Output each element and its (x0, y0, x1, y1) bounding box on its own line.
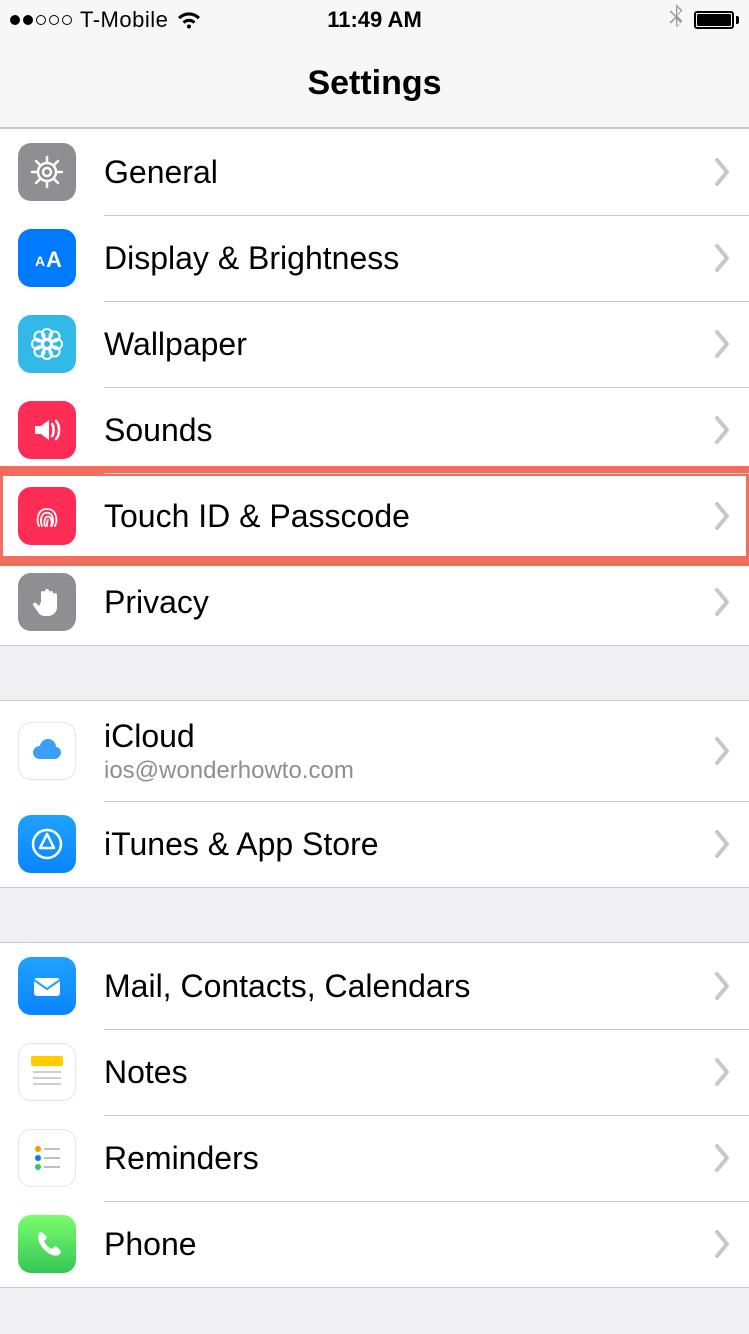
chevron-right-icon (713, 158, 731, 186)
chevron-right-icon (713, 830, 731, 858)
status-bar: T-Mobile 11:49 AM (0, 0, 749, 40)
chevron-right-icon (713, 330, 731, 358)
battery-icon (694, 11, 739, 29)
chevron-right-icon (713, 416, 731, 444)
group-spacer (0, 646, 749, 700)
svg-text:A: A (46, 247, 62, 272)
reminders-icon (18, 1129, 76, 1187)
row-privacy[interactable]: Privacy (0, 559, 749, 645)
chevron-right-icon (713, 972, 731, 1000)
svg-text:A: A (35, 253, 45, 269)
nav-header: Settings (0, 40, 749, 128)
fingerprint-icon (18, 487, 76, 545)
text-size-icon: AA (18, 229, 76, 287)
row-general[interactable]: General (0, 129, 749, 215)
group-spacer (0, 888, 749, 942)
notes-icon (18, 1043, 76, 1101)
row-sounds[interactable]: Sounds (0, 387, 749, 473)
row-label: iTunes & App Store (104, 826, 713, 863)
chevron-right-icon (713, 1230, 731, 1258)
appstore-icon (18, 815, 76, 873)
page-title: Settings (307, 64, 441, 103)
chevron-right-icon (713, 737, 731, 765)
flower-icon (18, 315, 76, 373)
gear-icon (18, 143, 76, 201)
cloud-icon (18, 722, 76, 780)
chevron-right-icon (713, 244, 731, 272)
speaker-icon (18, 401, 76, 459)
row-label: Touch ID & Passcode (104, 498, 713, 535)
row-label: General (104, 154, 713, 191)
settings-group: iCloud ios@wonderhowto.com iTunes & App … (0, 700, 749, 888)
settings-group: Mail, Contacts, Calendars Notes Reminder… (0, 942, 749, 1288)
row-phone[interactable]: Phone (0, 1201, 749, 1287)
row-touchid[interactable]: Touch ID & Passcode (0, 473, 749, 559)
row-label: Phone (104, 1226, 713, 1263)
row-text: iCloud ios@wonderhowto.com (104, 718, 713, 785)
row-label: Reminders (104, 1140, 713, 1177)
hand-icon (18, 573, 76, 631)
settings-list: General AA Display & Brightness Wallpape… (0, 128, 749, 1288)
row-label: Privacy (104, 584, 713, 621)
chevron-right-icon (713, 1058, 731, 1086)
row-display[interactable]: AA Display & Brightness (0, 215, 749, 301)
row-subtitle: ios@wonderhowto.com (104, 757, 713, 785)
chevron-right-icon (713, 588, 731, 616)
chevron-right-icon (713, 502, 731, 530)
row-label: Notes (104, 1054, 713, 1091)
row-label: Sounds (104, 412, 713, 449)
row-reminders[interactable]: Reminders (0, 1115, 749, 1201)
clock: 11:49 AM (0, 7, 749, 33)
row-itunes[interactable]: iTunes & App Store (0, 801, 749, 887)
row-label: iCloud (104, 718, 713, 755)
row-label: Wallpaper (104, 326, 713, 363)
row-wallpaper[interactable]: Wallpaper (0, 301, 749, 387)
settings-group: General AA Display & Brightness Wallpape… (0, 128, 749, 646)
row-label: Mail, Contacts, Calendars (104, 968, 713, 1005)
chevron-right-icon (713, 1144, 731, 1172)
row-mail[interactable]: Mail, Contacts, Calendars (0, 943, 749, 1029)
phone-icon (18, 1215, 76, 1273)
row-label: Display & Brightness (104, 240, 713, 277)
row-icloud[interactable]: iCloud ios@wonderhowto.com (0, 701, 749, 801)
row-notes[interactable]: Notes (0, 1029, 749, 1115)
mail-icon (18, 957, 76, 1015)
